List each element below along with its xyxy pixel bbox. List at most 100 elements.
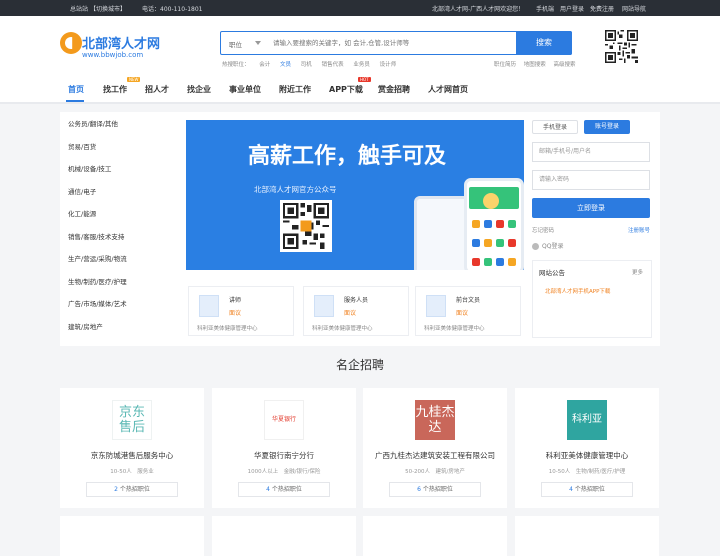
company-logo: 京东售后 [112, 400, 152, 440]
register-link[interactable]: 免费注册 [590, 4, 614, 13]
password-field[interactable]: 请输入密码 [532, 170, 650, 190]
company-card[interactable] [363, 516, 507, 556]
category-item[interactable]: 通信/电子 [68, 186, 178, 209]
building-icon [426, 295, 446, 317]
job-card[interactable]: 服务人员 面议 科利亚美体健康管理中心 [303, 286, 409, 336]
category-item[interactable]: 公务员/翻译/其他 [68, 118, 178, 141]
qr-code-icon [605, 30, 638, 63]
advanced-search-link[interactable]: 高级搜索 [554, 62, 576, 68]
logo-icon [60, 32, 82, 54]
qq-login[interactable]: QQ登录 [532, 241, 563, 250]
nav-find-talent[interactable]: 招人才 [145, 84, 169, 95]
category-item[interactable]: 生产/营运/采购/物流 [68, 253, 178, 276]
category-item[interactable]: 建筑/房地产 [68, 321, 178, 344]
resume-search-link[interactable]: 职位简历 [494, 62, 516, 68]
nav-nearby-jobs[interactable]: 附近工作 [279, 84, 311, 95]
search-bar: 职位 搜索 [220, 31, 572, 55]
mobile-link[interactable]: 手机端 [536, 4, 554, 13]
notice-more-link[interactable]: 更多 [632, 268, 643, 276]
job-salary: 面议 [229, 310, 242, 317]
company-card[interactable]: 九桂杰达 广西九桂杰达建筑安装工程有限公司 50-200人 建筑/房地产 6 个… [363, 388, 507, 508]
building-icon [314, 295, 334, 317]
top-bar: 总站站 【切换城市】 电话：400-110-1801 北部湾人才网-广西人才网欢… [0, 0, 720, 16]
header: 北部湾人才网 www.bbwjob.com 职位 搜索 热搜职位： 会计 文员 … [0, 16, 720, 76]
job-company: 科利亚美体健康管理中心 [197, 326, 258, 332]
company-logo: 九桂杰达 [415, 400, 455, 440]
site-nav-link[interactable]: 网站导航 [622, 4, 646, 13]
company-card[interactable] [515, 516, 659, 556]
map-search-link[interactable]: 地图搜索 [524, 62, 546, 68]
category-item[interactable]: 销售/客服/技术支持 [68, 231, 178, 254]
job-title: 服务人员 [344, 297, 369, 304]
login-link[interactable]: 用户登录 [560, 4, 584, 13]
hot-search-item[interactable]: 设计师 [380, 62, 397, 68]
nav-app-download[interactable]: APP下载 [329, 84, 363, 95]
category-item[interactable]: 生物/制药/医疗/护理 [68, 276, 178, 299]
register-account-link[interactable]: 注册账号 [628, 226, 650, 234]
search-category-select[interactable]: 职位 [229, 39, 242, 49]
job-salary: 面议 [344, 310, 357, 317]
hot-jobs-button[interactable]: 6 个热招职位 [389, 482, 481, 497]
login-button[interactable]: 立即登录 [532, 198, 650, 218]
tab-mobile-login[interactable]: 手机登录 [532, 120, 578, 134]
nav-talent-home[interactable]: 人才网首页 [428, 84, 468, 95]
category-item[interactable]: 机械/设备/技工 [68, 163, 178, 186]
welcome-text: 北部湾人才网-广西人才网欢迎您！ [432, 6, 525, 13]
job-card[interactable]: 讲师 面议 科利亚美体健康管理中心 [188, 286, 294, 336]
hot-search-item[interactable]: 销售代表 [322, 62, 344, 68]
tab-account-login[interactable]: 账号登录 [584, 120, 630, 134]
site-name: 总站站 [70, 6, 89, 13]
nav-find-job[interactable]: 找工作 [103, 84, 127, 95]
hot-jobs-button[interactable]: 4 个热招职位 [238, 482, 330, 497]
featured-jobs: 讲师 面议 科利亚美体健康管理中心 服务人员 面议 科利亚美体健康管理中心 前台… [186, 286, 524, 338]
nav-public-institutions[interactable]: 事业单位 [229, 84, 261, 95]
job-card[interactable]: 前台文员 面议 科利亚美体健康管理中心 [415, 286, 521, 336]
company-card[interactable]: 华夏银行 华夏银行南宁分行 1000人以上 金融/银行/保险 4 个热招职位 [212, 388, 356, 508]
banner-title: 高薪工作，触手可及 [248, 144, 447, 169]
company-name: 京东防城港售后服务中心 [90, 451, 174, 460]
category-item[interactable]: 贸易/百货 [68, 141, 178, 164]
company-name: 广西九桂杰达建筑安装工程有限公司 [375, 451, 495, 460]
hot-searches: 热搜职位： 会计 文员 司机 销售代表 业务员 设计师 [222, 60, 404, 68]
forgot-password-link[interactable]: 忘记密码 [532, 226, 554, 234]
wechat-qr-icon [280, 200, 332, 252]
company-logo: 华夏银行 [264, 400, 304, 440]
hot-jobs-button[interactable]: 4 个热招职位 [541, 482, 633, 497]
notice-title: 网站公告 [539, 269, 565, 277]
new-badge: NEW [127, 77, 141, 82]
company-card[interactable] [60, 516, 204, 556]
qq-login-label: QQ登录 [542, 243, 564, 250]
notice-item[interactable]: 北部湾人才网手机APP下载 [545, 287, 610, 295]
hot-badge: HOT [358, 77, 371, 82]
company-name: 科利亚美体健康管理中心 [545, 451, 629, 460]
category-item[interactable]: 化工/能源 [68, 208, 178, 231]
chevron-down-icon [255, 41, 261, 45]
company-card[interactable]: 科利亚 科利亚美体健康管理中心 10-50人 生物/制药/医疗/护理 4 个热招… [515, 388, 659, 508]
company-name: 华夏银行南宁分行 [254, 451, 314, 460]
phone-illustration [464, 178, 524, 270]
main-nav: 首页 找工作 NEW 招人才 找企业 事业单位 附近工作 APP下载 HOT 赏… [0, 76, 720, 104]
search-button[interactable]: 搜索 [516, 31, 572, 55]
hot-jobs-button[interactable]: 2 个热招职位 [86, 482, 178, 497]
category-item[interactable]: 广告/市场/媒体/艺术 [68, 298, 178, 321]
hot-jobs-label: 个热招职位 [269, 486, 302, 493]
hot-search-item[interactable]: 司机 [301, 62, 312, 68]
hot-search-item[interactable]: 会计 [259, 62, 270, 68]
category-list: 公务员/翻译/其他 贸易/百货 机械/设备/技工 通信/电子 化工/能源 销售/… [68, 118, 178, 343]
nav-home[interactable]: 首页 [68, 84, 84, 95]
hot-search-item[interactable]: 业务员 [353, 62, 370, 68]
nav-find-company[interactable]: 找企业 [187, 84, 211, 95]
nav-bounty-recruit[interactable]: 赏金招聘 [378, 84, 410, 95]
login-box: 手机登录 账号登录 邮箱/手机号/用户名 请输入密码 立即登录 忘记密码 注册账… [532, 120, 652, 270]
search-input[interactable] [273, 34, 513, 52]
hot-searches-label: 热搜职位： [222, 62, 250, 68]
switch-city-link[interactable]: 【切换城市】 [90, 4, 126, 13]
promo-banner[interactable]: 高薪工作，触手可及 北部湾人才网官方公众号 [186, 120, 524, 270]
company-card[interactable] [212, 516, 356, 556]
hot-search-item[interactable]: 文员 [280, 62, 291, 68]
username-field[interactable]: 邮箱/手机号/用户名 [532, 142, 650, 162]
qq-icon [532, 243, 539, 250]
company-card[interactable]: 京东售后 京东防城港售后服务中心 10-50人 服务业 2 个热招职位 [60, 388, 204, 508]
site-logo[interactable]: 北部湾人才网 www.bbwjob.com [60, 32, 160, 62]
company-info: 50-200人 建筑/房地产 [405, 469, 465, 475]
